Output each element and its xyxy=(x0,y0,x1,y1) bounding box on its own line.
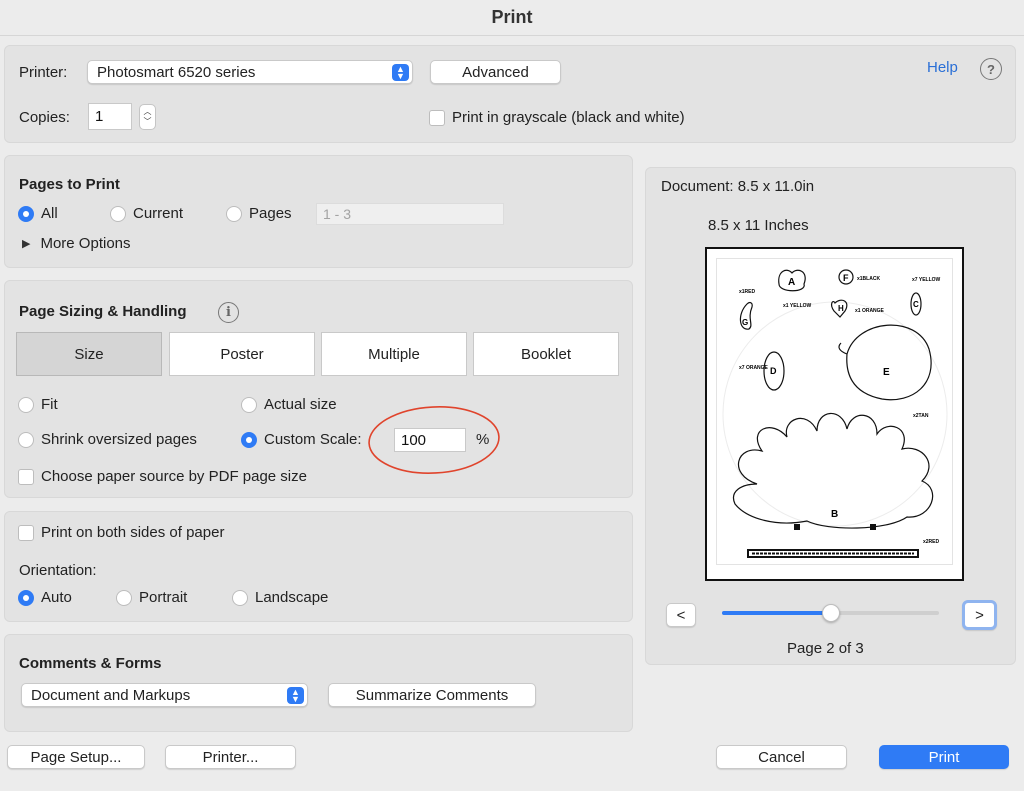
actual-size-option[interactable]: Actual size xyxy=(241,396,337,413)
page-label-a: A xyxy=(788,277,795,288)
tab-multiple[interactable]: Multiple xyxy=(321,332,467,376)
grayscale-checkbox[interactable] xyxy=(429,109,445,126)
pages-range-label: Pages xyxy=(249,205,292,222)
triangle-right-icon: ▶ xyxy=(22,238,31,250)
tab-size[interactable]: Size xyxy=(16,332,162,376)
page-label-e: E xyxy=(883,367,890,378)
fit-option[interactable]: Fit xyxy=(18,396,58,413)
page-count-yellow-mid: x1 YELLOW xyxy=(783,303,812,309)
shrink-option[interactable]: Shrink oversized pages xyxy=(18,431,197,448)
window-title: Print xyxy=(0,0,1024,36)
page-preview: A F x1BLACK x7 YELLOW C x1RED G x1 YELLO… xyxy=(705,247,964,581)
pages-to-print-title: Pages to Print xyxy=(19,176,120,193)
help-icon[interactable]: ? xyxy=(980,58,1002,80)
page-slider-knob[interactable] xyxy=(821,604,840,622)
page-count-orange-h: x1 ORANGE xyxy=(855,308,885,314)
page-count-red: x1RED xyxy=(739,289,756,295)
fit-radio[interactable] xyxy=(18,396,34,413)
advanced-button[interactable]: Advanced xyxy=(430,60,561,84)
next-page-button[interactable]: > xyxy=(962,600,997,630)
tab-booklet[interactable]: Booklet xyxy=(473,332,619,376)
summarize-comments-button[interactable]: Summarize Comments xyxy=(328,683,536,707)
orientation-label: Orientation: xyxy=(19,562,97,579)
page-label-c: C xyxy=(913,300,919,309)
printer-button[interactable]: Printer... xyxy=(165,745,296,769)
paper-source-label: Choose paper source by PDF page size xyxy=(41,468,307,485)
pages-current-option[interactable]: Current xyxy=(110,205,183,222)
custom-scale-radio[interactable] xyxy=(241,431,257,448)
page-label-g: G xyxy=(742,318,748,327)
shrink-label: Shrink oversized pages xyxy=(41,431,197,448)
page-slider-fill xyxy=(722,611,831,615)
orientation-auto-option[interactable]: Auto xyxy=(18,589,72,606)
pages-all-label: All xyxy=(41,205,58,222)
orientation-portrait-label: Portrait xyxy=(139,589,188,606)
both-sides-checkbox[interactable] xyxy=(18,524,34,541)
previous-page-button[interactable]: < xyxy=(666,603,696,627)
copies-stepper-icon[interactable]: ︿ ﹀ xyxy=(139,104,156,130)
comments-forms-title: Comments & Forms xyxy=(19,655,162,672)
document-size-label: Document: 8.5 x 11.0in xyxy=(661,178,815,195)
popup-chevron-icon: ▲ ▼ xyxy=(287,687,304,704)
page-count-yellow-top: x7 YELLOW xyxy=(912,277,941,283)
both-sides-option[interactable]: Print on both sides of paper xyxy=(18,524,224,541)
help-link[interactable]: Help xyxy=(927,59,958,76)
print-button[interactable]: Print xyxy=(879,745,1009,769)
page-sizing-title: Page Sizing & Handling xyxy=(19,303,187,320)
printer-select-value: Photosmart 6520 series xyxy=(97,63,256,81)
actual-size-label: Actual size xyxy=(264,396,337,413)
page-label-h: H xyxy=(838,304,844,313)
pages-all-radio[interactable] xyxy=(18,205,34,222)
annotation-circle xyxy=(368,406,500,474)
custom-scale-label: Custom Scale: xyxy=(264,431,362,448)
orientation-portrait-option[interactable]: Portrait xyxy=(116,589,187,606)
page-count-orange-d: x7 ORANGE xyxy=(739,365,769,371)
page-count-black: x1BLACK xyxy=(857,276,880,282)
orientation-auto-radio[interactable] xyxy=(18,589,34,606)
page-label-d: D xyxy=(770,366,777,376)
coloring-page-preview: A F x1BLACK x7 YELLOW C x1RED G x1 YELLO… xyxy=(722,269,948,558)
page-label-b: B xyxy=(831,509,838,520)
comments-select[interactable]: Document and Markups ▲ ▼ xyxy=(21,683,308,707)
tab-poster[interactable]: Poster xyxy=(169,332,315,376)
more-options-label: More Options xyxy=(40,235,131,252)
copies-label: Copies: xyxy=(19,109,70,126)
page-count-red-b: x2RED xyxy=(923,539,940,545)
orientation-portrait-radio[interactable] xyxy=(116,589,132,606)
printer-label: Printer: xyxy=(19,64,68,81)
page-inner: A F x1BLACK x7 YELLOW C x1RED G x1 YELLO… xyxy=(717,259,952,564)
orientation-landscape-label: Landscape xyxy=(255,589,329,606)
page-indicator: Page 2 of 3 xyxy=(787,640,864,657)
both-sides-label: Print on both sides of paper xyxy=(41,524,225,541)
paper-source-option[interactable]: Choose paper source by PDF page size xyxy=(18,468,307,485)
copies-field[interactable]: 1 xyxy=(88,103,132,130)
pages-current-label: Current xyxy=(133,205,184,222)
page-setup-button[interactable]: Page Setup... xyxy=(7,745,145,769)
actual-size-radio[interactable] xyxy=(241,396,257,413)
page-label-f: F xyxy=(843,273,849,283)
grayscale-label: Print in grayscale (black and white) xyxy=(452,109,685,126)
pages-current-radio[interactable] xyxy=(110,205,126,222)
printer-select[interactable]: Photosmart 6520 series ▲ ▼ xyxy=(87,60,413,84)
orientation-landscape-option[interactable]: Landscape xyxy=(232,589,328,606)
pages-range-radio[interactable] xyxy=(226,205,242,222)
orientation-auto-label: Auto xyxy=(41,589,72,606)
page-count-tan: x2TAN xyxy=(913,413,929,419)
paper-source-checkbox[interactable] xyxy=(18,468,34,485)
fit-label: Fit xyxy=(41,396,58,413)
custom-scale-option[interactable]: Custom Scale: xyxy=(241,431,362,448)
pages-range-option[interactable]: Pages xyxy=(226,205,292,222)
pages-range-field[interactable]: 1 - 3 xyxy=(316,203,504,225)
comments-select-value: Document and Markups xyxy=(31,686,191,704)
popup-chevron-icon: ▲ ▼ xyxy=(392,64,409,81)
page-size-label: 8.5 x 11 Inches xyxy=(708,217,809,234)
more-options-toggle[interactable]: ▶ More Options xyxy=(22,235,131,252)
grayscale-option[interactable]: Print in grayscale (black and white) xyxy=(429,109,685,126)
info-icon[interactable]: i xyxy=(218,302,239,323)
cancel-button[interactable]: Cancel xyxy=(716,745,847,769)
orientation-landscape-radio[interactable] xyxy=(232,589,248,606)
pages-all-option[interactable]: All xyxy=(18,205,58,222)
shrink-radio[interactable] xyxy=(18,431,34,448)
